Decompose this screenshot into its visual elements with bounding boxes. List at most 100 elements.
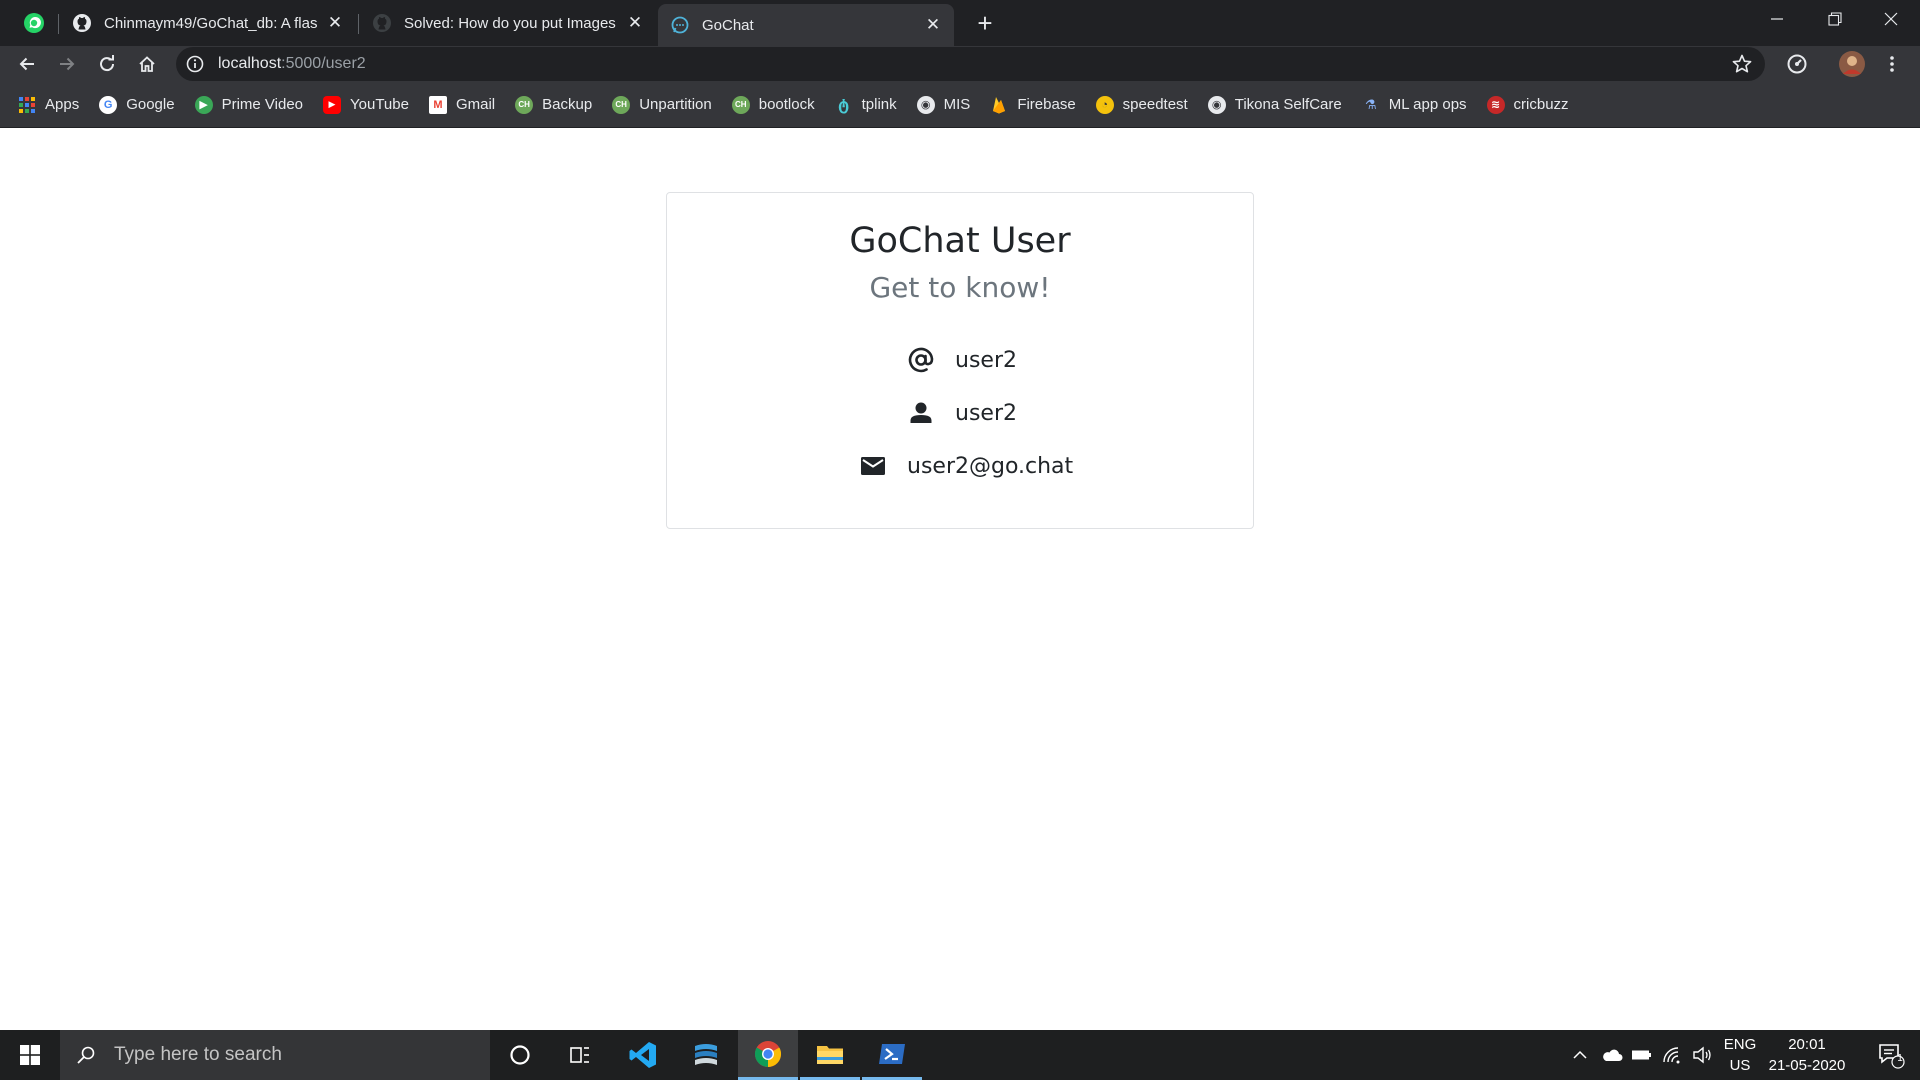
close-tab-icon[interactable]: ✕ bbox=[626, 14, 644, 32]
pinned-tab-whatsapp[interactable] bbox=[12, 8, 56, 38]
task-view-button[interactable] bbox=[550, 1030, 610, 1080]
bookmark-label: Apps bbox=[45, 96, 80, 113]
bookmark-mis[interactable]: ◉ MIS bbox=[916, 95, 970, 114]
chat-icon bbox=[670, 15, 690, 35]
avatar bbox=[1839, 51, 1865, 77]
bookmark-label: Gmail bbox=[455, 96, 496, 113]
browser-toolbar: localhost:5000/user2 bbox=[0, 46, 1920, 82]
youtube-icon: ▶ bbox=[323, 95, 342, 114]
bookmark-label: Prime Video bbox=[221, 96, 304, 113]
bookmark-label: Tikona SelfCare bbox=[1234, 96, 1342, 113]
bookmark-apps[interactable]: Apps bbox=[18, 96, 79, 114]
bookmark-cricbuzz[interactable]: ≋ cricbuzz bbox=[1486, 95, 1569, 114]
powershell-icon bbox=[879, 1043, 905, 1064]
taskbar-search-box[interactable]: Type here to search bbox=[60, 1030, 490, 1080]
name-row: user2 bbox=[907, 396, 1017, 430]
start-button[interactable] bbox=[0, 1030, 60, 1080]
cloud-icon bbox=[1603, 1049, 1623, 1061]
taskbar-app-vscode[interactable] bbox=[613, 1030, 673, 1080]
wifi-tray-button[interactable] bbox=[1658, 1030, 1686, 1080]
close-window-button[interactable] bbox=[1862, 0, 1920, 38]
home-button[interactable] bbox=[131, 48, 163, 80]
taskbar-app-chrome[interactable] bbox=[738, 1030, 798, 1080]
firebase-icon bbox=[990, 96, 1008, 114]
bookmark-label: Google bbox=[126, 96, 175, 113]
taskbar-app-azure[interactable] bbox=[676, 1030, 736, 1080]
bookmark-unpartition[interactable]: CH Unpartition bbox=[612, 95, 712, 114]
tab-title: Solved: How do you put Images bbox=[404, 14, 616, 32]
bookmark-gmail[interactable]: M Gmail bbox=[428, 95, 496, 114]
tab-title: GoChat bbox=[702, 16, 754, 34]
bookmark-google[interactable]: G Google bbox=[99, 95, 175, 114]
windows-logo-icon bbox=[20, 1045, 40, 1065]
bookmark-label: ML app ops bbox=[1388, 96, 1467, 113]
page-title: GoChat User bbox=[849, 221, 1071, 261]
restore-icon bbox=[1828, 12, 1842, 26]
close-tab-icon[interactable]: ✕ bbox=[924, 16, 942, 34]
speed-extension-icon bbox=[1787, 54, 1807, 74]
extension-button[interactable] bbox=[1781, 48, 1813, 80]
arrow-left-icon bbox=[19, 57, 34, 71]
bookmark-firebase[interactable]: Firebase bbox=[990, 96, 1076, 114]
globe-icon: CH bbox=[612, 95, 631, 114]
restore-button[interactable] bbox=[1806, 0, 1864, 38]
reload-button[interactable] bbox=[91, 48, 123, 80]
globe-icon: CH bbox=[515, 95, 534, 114]
bookmark-speedtest[interactable]: ◔ speedtest bbox=[1095, 95, 1188, 114]
menu-button[interactable] bbox=[1876, 48, 1908, 80]
speedtest-icon: ◔ bbox=[1095, 95, 1114, 114]
envelope-icon bbox=[859, 452, 887, 480]
taskbar-app-explorer[interactable] bbox=[800, 1030, 860, 1080]
onedrive-tray-button[interactable] bbox=[1598, 1030, 1626, 1080]
tab-separator bbox=[358, 14, 359, 34]
apps-grid-icon bbox=[18, 96, 36, 114]
minimize-button[interactable] bbox=[1748, 0, 1806, 38]
search-placeholder: Type here to search bbox=[114, 1044, 282, 1065]
gmail-icon: M bbox=[428, 95, 447, 114]
ml-icon: ⚗ bbox=[1364, 96, 1377, 112]
prime-video-icon: ▶ bbox=[194, 95, 213, 114]
globe-icon: ◉ bbox=[1207, 95, 1226, 114]
tab-solved-images[interactable]: Solved: How do you put Images ✕ bbox=[360, 6, 656, 40]
at-sign-icon bbox=[907, 346, 935, 374]
profile-button[interactable] bbox=[1836, 48, 1868, 80]
volume-tray-button[interactable] bbox=[1688, 1030, 1716, 1080]
tab-strip: Chinmaym49/GoChat_db: A flask ✕ Solved: … bbox=[0, 0, 1920, 46]
username-row: user2 bbox=[907, 343, 1017, 377]
bookmark-youtube[interactable]: ▶ YouTube bbox=[323, 95, 409, 114]
cortana-button[interactable] bbox=[490, 1030, 550, 1080]
name-value: user2 bbox=[955, 400, 1017, 426]
reload-icon bbox=[100, 55, 115, 72]
bookmark-label: speedtest bbox=[1122, 96, 1188, 113]
close-tab-icon[interactable]: ✕ bbox=[326, 14, 344, 32]
tplink-icon: ტ bbox=[838, 96, 850, 114]
bookmark-label: cricbuzz bbox=[1513, 96, 1569, 113]
url-text: localhost:5000/user2 bbox=[218, 55, 366, 73]
tab-github-gochat[interactable]: Chinmaym49/GoChat_db: A flask ✕ bbox=[60, 6, 356, 40]
back-button[interactable] bbox=[11, 48, 43, 80]
new-tab-button[interactable]: + bbox=[970, 8, 1000, 38]
globe-icon: ◉ bbox=[916, 95, 935, 114]
taskbar-app-powershell[interactable] bbox=[862, 1030, 922, 1080]
info-icon[interactable] bbox=[186, 55, 204, 73]
bookmark-backup[interactable]: CH Backup bbox=[515, 95, 592, 114]
tab-gochat[interactable]: GoChat ✕ bbox=[658, 4, 954, 46]
address-bar[interactable]: localhost:5000/user2 bbox=[176, 47, 1765, 81]
bookmark-label: YouTube bbox=[350, 96, 409, 113]
battery-tray-button[interactable] bbox=[1628, 1030, 1656, 1080]
bookmark-tplink[interactable]: ტ tplink bbox=[835, 96, 897, 114]
show-hidden-icons-button[interactable] bbox=[1568, 1030, 1592, 1080]
system-clock[interactable]: 20:01 21-05-2020 bbox=[1752, 1034, 1862, 1076]
bookmark-star-icon[interactable] bbox=[1731, 53, 1753, 75]
arrow-right-icon bbox=[60, 57, 75, 71]
minimize-icon bbox=[1771, 18, 1783, 20]
action-center-button[interactable]: 1 bbox=[1862, 1030, 1920, 1080]
bookmark-tikona[interactable]: ◉ Tikona SelfCare bbox=[1207, 95, 1342, 114]
url-host: localhost bbox=[218, 55, 282, 72]
bookmark-prime-video[interactable]: ▶ Prime Video bbox=[194, 95, 304, 114]
bookmark-ml-app-ops[interactable]: ⚗ ML app ops bbox=[1362, 96, 1467, 114]
bookmark-bootlock[interactable]: CH bootlock bbox=[731, 95, 815, 114]
chevron-up-icon bbox=[1573, 1050, 1587, 1059]
forward-button[interactable] bbox=[51, 48, 83, 80]
user-profile-card: GoChat User Get to know! user2 user2 use… bbox=[666, 192, 1254, 529]
